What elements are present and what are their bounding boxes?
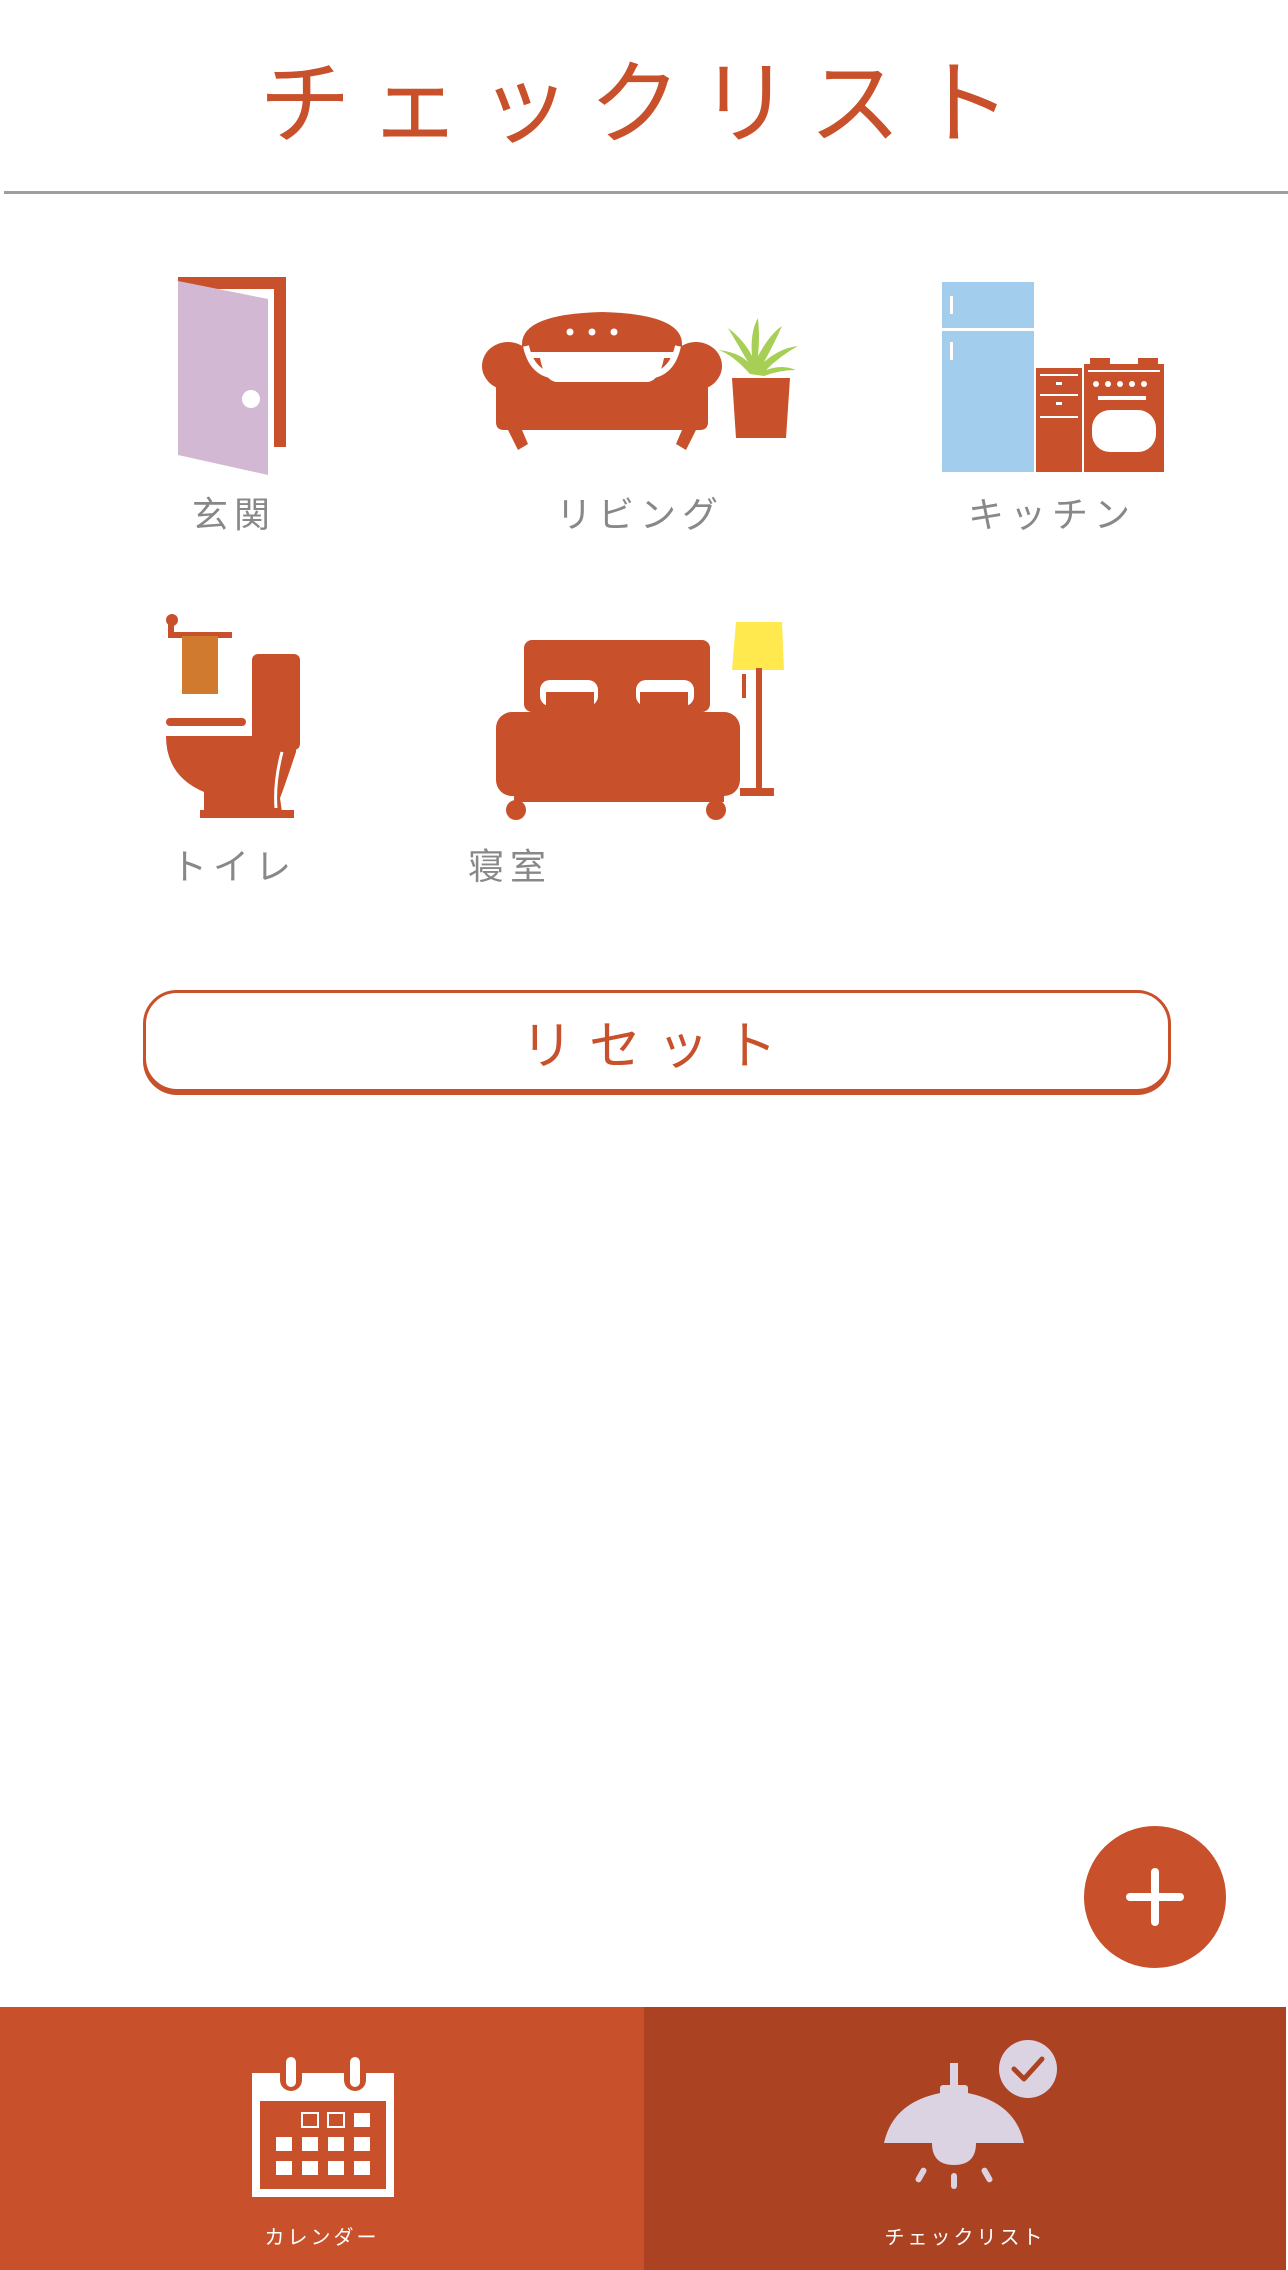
room-living[interactable]: リビング [480, 270, 800, 570]
room-entrance[interactable]: 玄関 [104, 270, 364, 570]
page-title: チェックリスト [258, 50, 1029, 158]
plus-icon [1126, 1868, 1184, 1926]
bed-icon [496, 622, 784, 820]
bottom-tab-bar: カレンダー チェックリスト [0, 2007, 1288, 2270]
room-label: トイレ [170, 847, 297, 888]
checklist-screen: チェックリスト 玄関 リビング キッチン トイレ 寝室 リセット カレンダー チ… [0, 0, 1288, 2270]
header-divider [4, 191, 1288, 194]
toilet-icon [166, 614, 300, 818]
room-label: 寝室 [467, 847, 552, 888]
tab-calendar[interactable]: カレンダー [0, 2007, 644, 2270]
room-toilet[interactable]: トイレ [104, 612, 364, 912]
kitchen-icon [942, 282, 1164, 472]
lamp-check-icon [884, 2040, 1057, 2189]
room-label: リビング [555, 495, 724, 536]
header: チェックリスト [0, 0, 1288, 192]
sofa-icon [482, 312, 798, 450]
room-label: キッチン [967, 495, 1136, 536]
tab-checklist[interactable]: チェックリスト [644, 2007, 1286, 2270]
room-kitchen[interactable]: キッチン [922, 270, 1182, 570]
room-bedroom[interactable]: 寝室 [468, 612, 790, 912]
room-label: 玄関 [191, 495, 276, 536]
add-button[interactable] [1084, 1826, 1226, 1968]
tab-label: チェックリスト [884, 2225, 1046, 2249]
reset-button[interactable]: リセット [143, 990, 1171, 1092]
calendar-icon [252, 2053, 394, 2197]
door-icon [178, 277, 286, 475]
tab-label: カレンダー [264, 2225, 380, 2249]
